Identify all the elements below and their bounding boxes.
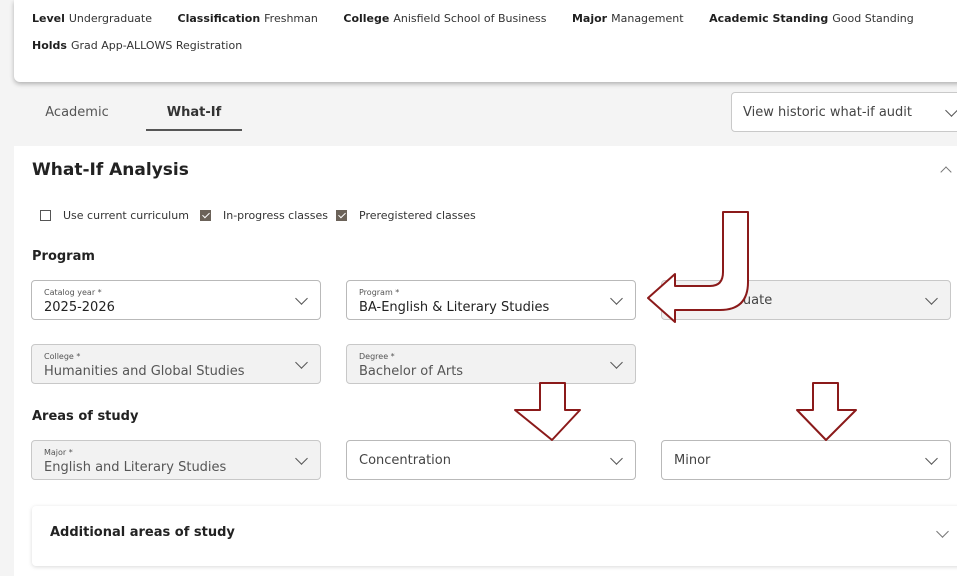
field-value: Undergraduate	[674, 293, 773, 308]
holds-label: Holds	[32, 39, 67, 52]
what-if-panel: What-If Analysis Use current curriculum …	[14, 146, 957, 576]
field-value: English and Literary Studies	[44, 460, 227, 475]
field-value: BA-English & Literary Studies	[359, 300, 550, 315]
use-current-curriculum-checkbox[interactable]: Use current curriculum	[40, 209, 189, 223]
historic-whatif-placeholder: View historic what-if audit	[743, 105, 913, 120]
holds-value: Grad App-ALLOWS Registration	[70, 39, 243, 52]
standing-label: Academic Standing	[709, 12, 829, 25]
chevron-down-icon	[610, 452, 623, 465]
classification-label: Classification	[177, 12, 261, 25]
areas-section-title: Areas of study	[32, 409, 139, 424]
field-value: Humanities and Global Studies	[44, 364, 245, 379]
in-progress-classes-checkbox[interactable]: In-progress classes	[200, 209, 328, 223]
field-label: Program *	[359, 288, 400, 297]
tab-academic[interactable]: Academic	[32, 96, 122, 129]
historic-whatif-select[interactable]: View historic what-if audit	[731, 92, 957, 132]
student-info-row: Level Undergraduate Classification Freshma…	[32, 12, 936, 25]
checkbox-checked-icon	[336, 209, 347, 221]
chevron-down-icon	[295, 452, 308, 465]
preregistered-classes-checkbox[interactable]: Preregistered classes	[336, 209, 476, 223]
checkbox-checked-icon	[200, 209, 211, 221]
major-label: Major	[571, 12, 608, 25]
chevron-down-icon	[925, 452, 938, 465]
level-select[interactable]: Undergraduate	[661, 280, 951, 320]
checkbox-label: In-progress classes	[223, 209, 328, 222]
college-label: College	[343, 12, 390, 25]
chevron-down-icon	[936, 525, 949, 538]
field-placeholder: Minor	[674, 453, 711, 468]
checkbox-label: Preregistered classes	[359, 209, 476, 222]
holds-row: Holds Grad App-ALLOWS Registration	[32, 39, 264, 52]
tab-what-if[interactable]: What-If	[146, 96, 242, 131]
chevron-up-icon[interactable]	[940, 166, 952, 178]
chevron-down-icon	[610, 356, 623, 369]
additional-areas-accordion[interactable]: Additional areas of study	[32, 506, 957, 566]
chevron-down-icon	[295, 292, 308, 305]
minor-select[interactable]: Minor	[661, 440, 951, 480]
college-select[interactable]: College * Humanities and Global Studies	[31, 344, 321, 384]
field-label: Major *	[44, 448, 73, 457]
student-info-card: Level Undergraduate Classification Freshma…	[14, 0, 957, 82]
chevron-down-icon	[945, 104, 957, 117]
level-value: Undergraduate	[68, 12, 152, 25]
standing-value: Good Standing	[832, 12, 914, 25]
catalog-year-select[interactable]: Catalog year * 2025-2026	[31, 280, 321, 320]
classification-value: Freshman	[264, 12, 318, 25]
college-value: Anisfield School of Business	[393, 12, 547, 25]
field-label: Catalog year *	[44, 288, 102, 297]
level-label: Level	[32, 12, 65, 25]
field-label: College *	[44, 352, 81, 361]
chevron-down-icon	[295, 356, 308, 369]
degree-select[interactable]: Degree * Bachelor of Arts	[346, 344, 636, 384]
program-select[interactable]: Program * BA-English & Literary Studies	[346, 280, 636, 320]
field-label: Degree *	[359, 352, 395, 361]
field-placeholder: Concentration	[359, 453, 451, 468]
program-section-title: Program	[32, 249, 95, 264]
concentration-select[interactable]: Concentration	[346, 440, 636, 480]
field-value: 2025-2026	[44, 300, 115, 315]
additional-areas-label: Additional areas of study	[50, 525, 235, 540]
checkbox-label: Use current curriculum	[63, 209, 189, 222]
panel-title: What-If Analysis	[32, 160, 189, 180]
chevron-down-icon	[925, 292, 938, 305]
major-value: Management	[611, 12, 684, 25]
major-select[interactable]: Major * English and Literary Studies	[31, 440, 321, 480]
chevron-down-icon	[610, 292, 623, 305]
checkbox-unchecked-icon	[40, 209, 51, 221]
field-value: Bachelor of Arts	[359, 364, 464, 379]
